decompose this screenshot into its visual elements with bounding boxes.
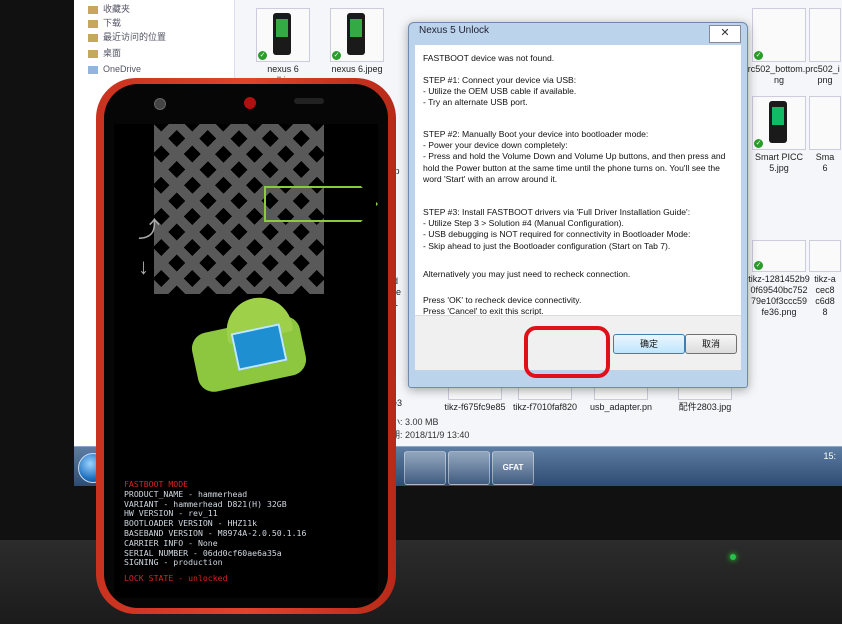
- sync-check-icon: ✓: [754, 139, 763, 148]
- nav-item-recent[interactable]: 最近访问的位置: [88, 30, 166, 43]
- file-item[interactable]: ✓ nexus 6.jpeg: [324, 8, 390, 75]
- file-item[interactable]: ✓ nexus 6 wall.jpeg: [250, 8, 316, 86]
- front-camera-icon: [154, 98, 166, 110]
- step3-text: STEP #3: Install FASTBOOT drivers via 'F…: [423, 207, 691, 251]
- ok-button[interactable]: 确定: [613, 334, 685, 354]
- step1-text: STEP #1: Connect your device via USB: - …: [423, 75, 577, 108]
- earpiece: [294, 98, 324, 104]
- phone-front: ⤴ ↓ FASTBOOT MODE PRODUCT_NAME - hammerh…: [104, 84, 388, 608]
- tray-clock[interactable]: 15:: [823, 451, 836, 461]
- taskbar-app-toolbox[interactable]: [404, 451, 446, 485]
- dialog-body: FASTBOOT device was not found. STEP #1: …: [415, 45, 741, 316]
- sync-check-icon: ✓: [258, 51, 267, 60]
- sensor-icon: [244, 97, 256, 109]
- alternative-text: Alternatively you may just need to reche…: [423, 269, 631, 279]
- taskbar-app-paint[interactable]: [448, 451, 490, 485]
- step2-text: STEP #2: Manually Boot your device into …: [423, 129, 726, 184]
- nav-item-desktop[interactable]: 桌面: [88, 46, 121, 59]
- sync-check-icon: ✓: [332, 51, 341, 60]
- cloud-icon: [88, 65, 98, 74]
- error-message: FASTBOOT device was not found.: [423, 53, 555, 63]
- image-thumbnail: [809, 240, 841, 272]
- sync-check-icon: ✓: [754, 51, 763, 60]
- dialog-title: Nexus 5 Unlock: [419, 25, 490, 36]
- file-item[interactable]: rc502_i png: [808, 8, 842, 86]
- file-item[interactable]: ✓ tikz-1281452b9 0f69540bc752 79e10f3ccc…: [746, 240, 812, 318]
- desktop-folder-icon: [88, 49, 98, 58]
- arrow-down-icon: ↓: [138, 254, 149, 279]
- android-robot-icon: [184, 291, 314, 404]
- file-item[interactable]: ✓ rc502_bottom.p ng: [746, 8, 812, 86]
- recent-folder-icon: [88, 33, 98, 42]
- image-thumbnail: ✓: [330, 8, 384, 62]
- phone-device: ⤴ ↓ FASTBOOT MODE PRODUCT_NAME - hammerh…: [96, 78, 396, 614]
- download-folder-icon: [88, 19, 98, 28]
- nav-item-onedrive[interactable]: OneDrive: [88, 64, 141, 74]
- image-thumbnail: ✓: [752, 8, 806, 62]
- nav-item-favorites[interactable]: 收藏夹: [88, 2, 130, 15]
- taskbar-app-gfat[interactable]: GFAT: [492, 451, 534, 485]
- image-thumbnail: ✓: [256, 8, 310, 62]
- image-thumbnail: ✓: [752, 96, 806, 150]
- phone-screen: ⤴ ↓ FASTBOOT MODE PRODUCT_NAME - hammerh…: [114, 124, 378, 598]
- signing: SIGNING - production: [124, 557, 223, 568]
- photo-scene: 收藏夹 下载 最近访问的位置 桌面 OneDrive ✓ nexus 6 wal…: [0, 0, 842, 624]
- lock-state: LOCK STATE - unlocked: [124, 573, 228, 584]
- image-thumbnail: [809, 8, 841, 62]
- file-item[interactable]: tikz-a cec8 c6d8 8: [808, 240, 842, 318]
- fastboot-info: FASTBOOT MODE PRODUCT_NAME - hammerhead …: [124, 479, 374, 584]
- nav-item-downloads[interactable]: 下载: [88, 16, 121, 29]
- file-item[interactable]: Sma 6: [808, 96, 842, 174]
- star-icon: [88, 5, 98, 14]
- image-thumbnail: ✓: [752, 240, 806, 272]
- cancel-button[interactable]: 取消: [685, 334, 737, 354]
- close-button[interactable]: ✕: [709, 25, 741, 43]
- highlight-circle: [524, 326, 610, 378]
- image-thumbnail: [809, 96, 841, 150]
- file-item[interactable]: ✓ Smart PICC 5.jpg: [746, 96, 812, 174]
- sync-check-icon: ✓: [754, 261, 763, 270]
- status-led: [730, 554, 736, 560]
- start-arrow-icon: [264, 186, 378, 222]
- arrow-up-icon: ⤴: [138, 217, 161, 242]
